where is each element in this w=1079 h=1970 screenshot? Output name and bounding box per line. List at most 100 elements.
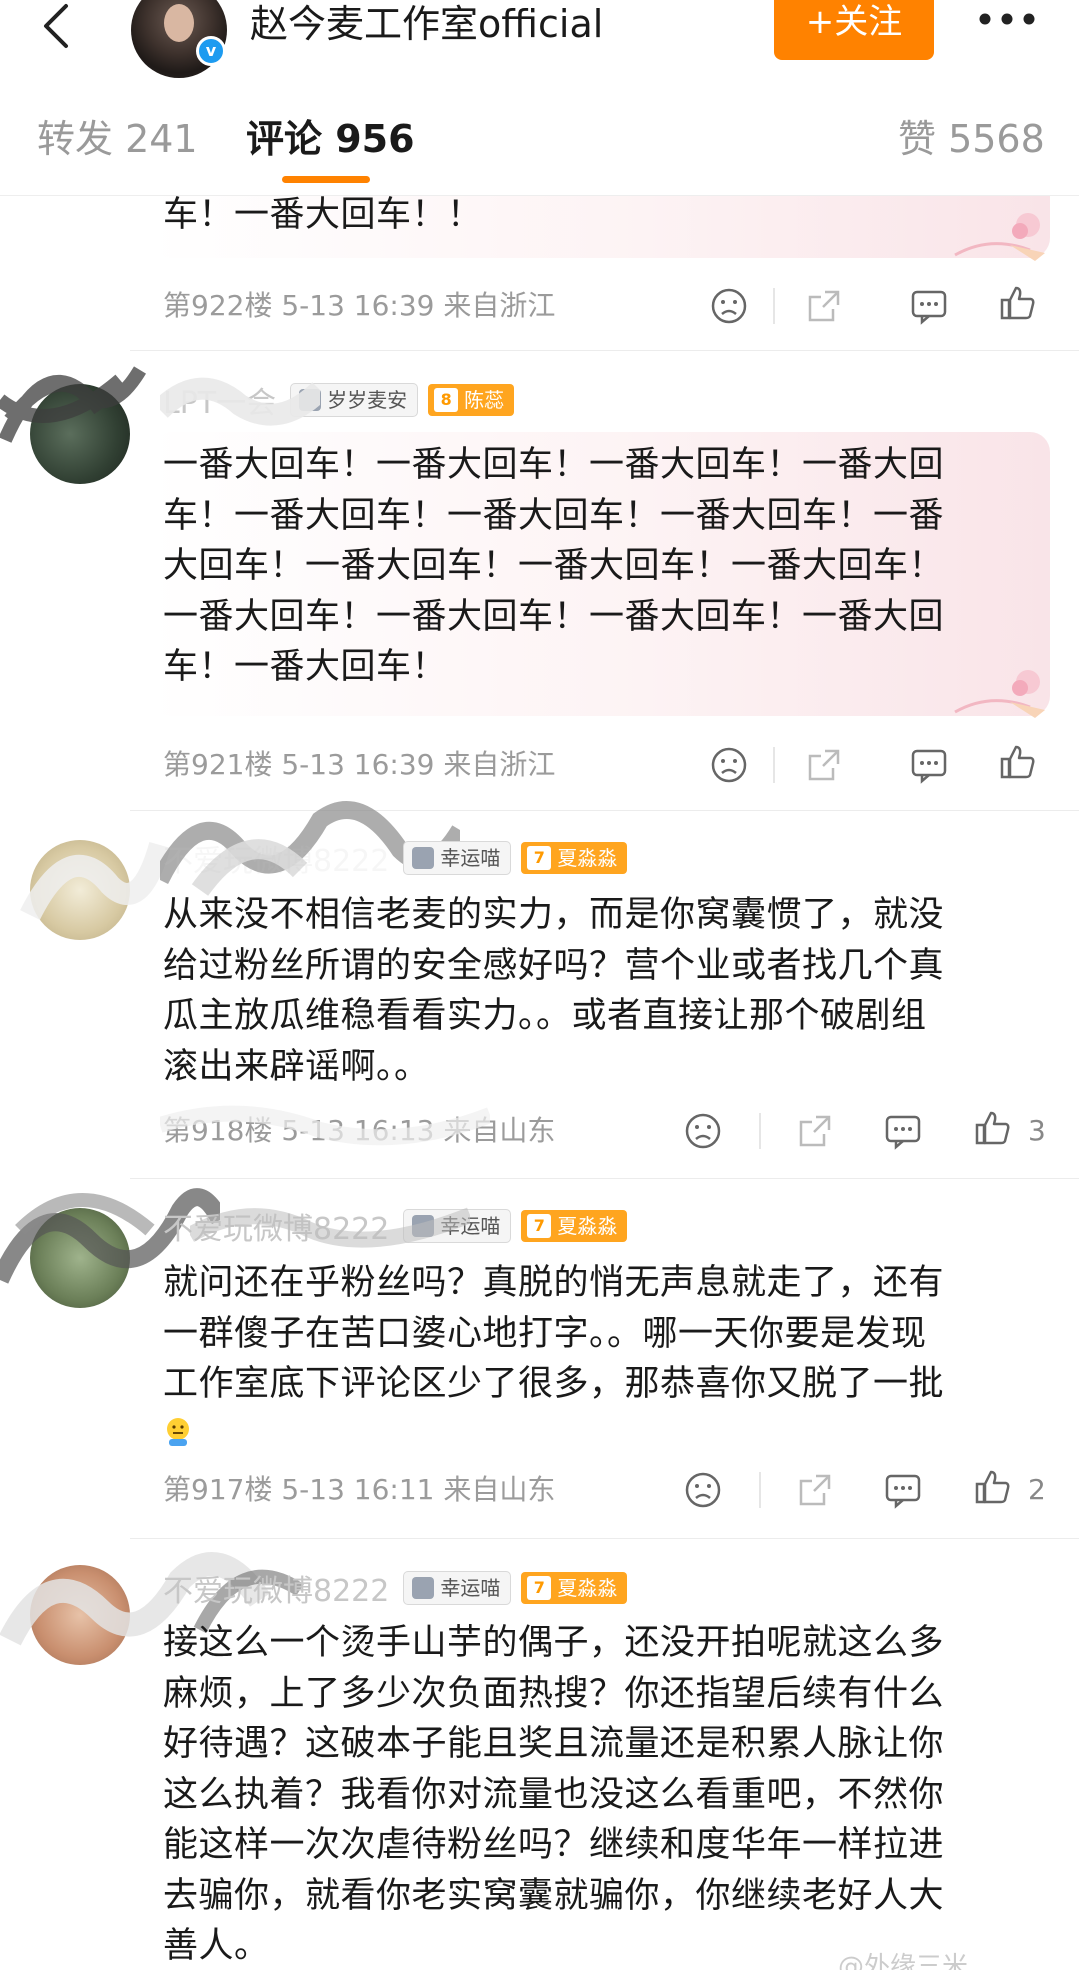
comment-line: 车！一番大回车！一番大回车！一番大回车！一番	[163, 495, 945, 536]
fan-badge-label: 幸运喵	[440, 846, 501, 870]
commenter-name[interactable]: 不爱玩微博8222	[163, 836, 389, 880]
like-icon[interactable]	[974, 1109, 1012, 1147]
privacy-scribble	[160, 1105, 490, 1146]
comment-text: 从来没不相信老麦的实力，而是你窝囊惯了，就没 给过粉丝所谓的安全感好吗？营个业或…	[163, 890, 1023, 1092]
active-tab-indicator	[282, 176, 370, 183]
comment-line: 就问还在乎粉丝吗？真脱的悄无声息就走了，还有	[163, 1263, 945, 1303]
dislike-icon[interactable]	[710, 746, 748, 784]
comment-line: 能这样一次次虐待粉丝吗？继续和度华年一样拉进	[163, 1825, 945, 1865]
level-badge[interactable]: 7 夏淼淼	[521, 1210, 628, 1242]
fan-badge-icon	[412, 1577, 435, 1599]
comment-line: 给过粉丝所谓的安全感好吗？营个业或者找几个真	[163, 945, 945, 986]
comment-line: 一群傻子在苦口婆心地打字。。哪一天你要是发现	[163, 1313, 927, 1354]
comment-line: 去骗你，就看你老实窝囊就骗你，你继续老好人大	[163, 1875, 945, 1916]
dislike-icon[interactable]	[684, 1112, 722, 1150]
comment-location: 来自浙江	[443, 289, 556, 322]
floor-number: 第922楼	[163, 289, 273, 322]
comment-line: 好待遇？这破本子能且奖且流量还是积累人脉让你	[163, 1724, 945, 1764]
comment-location: 来自浙江	[443, 748, 556, 781]
follow-button[interactable]: +关注	[774, 0, 934, 60]
commenter-row: 不爱玩微博8222 幸运喵 7 夏淼淼	[163, 1566, 628, 1610]
reply-icon[interactable]	[910, 746, 948, 784]
like-icon[interactable]	[974, 1468, 1012, 1506]
like-icon[interactable]	[999, 284, 1037, 322]
reply-icon[interactable]	[910, 287, 948, 325]
tab-repost[interactable]: 转发 241	[37, 114, 198, 164]
comment-text: 车！一番大回车！！	[163, 195, 483, 235]
share-icon[interactable]	[796, 1471, 834, 1509]
level-name: 夏淼淼	[557, 846, 618, 870]
dislike-icon[interactable]	[684, 1471, 722, 1509]
comment-line: 接这么一个烫手山芋的偶子，还没开拍呢就这么多	[163, 1623, 945, 1663]
floor-number: 第921楼	[163, 748, 273, 781]
fan-badge-label: 岁岁麦安	[327, 388, 408, 412]
privacy-scribble	[160, 377, 320, 426]
action-divider	[759, 1113, 761, 1149]
comment-text: 接这么一个烫手山芋的偶子，还没开拍呢就这么多 麻烦，上了多少次负面热搜？你还指望…	[163, 1618, 1023, 1970]
commenter-name[interactable]: 不爱玩微博8222	[163, 1566, 389, 1610]
privacy-scribble	[20, 841, 170, 921]
more-icon[interactable]	[975, 4, 1039, 34]
level-badge[interactable]: 7 夏淼淼	[521, 1572, 628, 1604]
level-badge[interactable]: 8 陈蕊	[428, 384, 515, 416]
level-number: 7	[527, 1576, 552, 1600]
tab-likes[interactable]: 赞 5568	[898, 114, 1045, 164]
floor-number: 第917楼	[163, 1473, 273, 1506]
comment-line: 麻烦，上了多少次负面热搜？你还指望后续有什么	[163, 1673, 945, 1714]
comment-line: 一番大回车！一番大回车！一番大回车！一番大回	[163, 596, 945, 637]
fan-badge-label: 幸运喵	[440, 1576, 501, 1600]
share-icon[interactable]	[796, 1112, 834, 1150]
comment-text: 就问还在乎粉丝吗？真脱的悄无声息就走了，还有 一群傻子在苦口婆心地打字。。哪一天…	[163, 1258, 1023, 1410]
share-icon[interactable]	[805, 746, 843, 784]
comment-line: 车！一番大回车！	[163, 647, 448, 687]
level-name: 陈蕊	[464, 388, 505, 412]
top-bar: v 赵今麦工作室official +关注	[0, 0, 1079, 78]
privacy-scribble	[0, 366, 147, 443]
level-name: 夏淼淼	[557, 1576, 618, 1600]
comment-time: 5-13 16:39	[281, 748, 435, 781]
back-arrow-icon[interactable]	[38, 2, 78, 50]
comment-meta: 第917楼 5-13 16:11 来自山东	[163, 1470, 555, 1510]
comment-separator	[130, 1178, 1079, 1179]
comment-line: 一番大回车！一番大回车！一番大回车！一番大回	[163, 445, 945, 485]
level-number: 7	[527, 1214, 552, 1238]
comment-location: 来自山东	[443, 1473, 556, 1506]
commenter-row: 不爱玩微博8222 幸运喵 7 夏淼淼	[163, 836, 628, 880]
tab-comments[interactable]: 评论 956	[246, 114, 415, 164]
action-divider	[773, 747, 775, 783]
tab-bar: 转发 241 评论 956 赞 5568	[0, 78, 1079, 196]
like-count: 3	[1028, 1114, 1046, 1147]
share-icon[interactable]	[805, 287, 843, 325]
comment-line: 工作室底下评论区少了很多，那恭喜你又脱了一批	[163, 1364, 945, 1404]
comment-line: 滚出来辟谣啊。。	[163, 1046, 430, 1087]
verified-icon: v	[196, 36, 226, 66]
comment-text: 一番大回车！一番大回车！一番大回车！一番大回 车！一番大回车！一番大回车！一番大…	[163, 440, 1023, 693]
account-name[interactable]: 赵今麦工作室official	[250, 0, 603, 48]
comment-line: 瓜主放瓜维稳看看实力。。或者直接让那个破剧组	[163, 996, 927, 1036]
comment-line: 从来没不相信老麦的实力，而是你窝囊惯了，就没	[163, 895, 945, 935]
fan-badge[interactable]: 幸运喵	[403, 841, 512, 875]
comment-time: 5-13 16:39	[281, 289, 435, 322]
action-divider	[759, 1472, 761, 1508]
level-badge[interactable]: 7 夏淼淼	[521, 842, 628, 874]
reply-icon[interactable]	[884, 1112, 922, 1150]
dislike-icon[interactable]	[710, 287, 748, 325]
level-number: 8	[434, 388, 459, 412]
like-icon[interactable]	[999, 743, 1037, 781]
comment-meta: 第922楼 5-13 16:39 来自浙江	[163, 286, 555, 326]
emoji-icon	[167, 1418, 189, 1446]
fan-badge-icon	[412, 847, 435, 869]
level-name: 夏淼淼	[557, 1214, 618, 1238]
reply-icon[interactable]	[884, 1471, 922, 1509]
comment-line: 大回车！一番大回车！一番大回车！一番大回车！	[163, 546, 945, 586]
action-divider	[773, 288, 775, 324]
like-count: 2	[1028, 1473, 1046, 1506]
watermark: @外缘三米	[838, 1952, 969, 1970]
privacy-scribble	[190, 1207, 470, 1248]
fan-badge[interactable]: 幸运喵	[403, 1571, 512, 1605]
level-number: 7	[527, 846, 552, 870]
comment-meta: 第921楼 5-13 16:39 来自浙江	[163, 745, 555, 785]
comment-separator	[130, 350, 1079, 351]
comment-time: 5-13 16:11	[281, 1473, 435, 1506]
comment-line: 这么执着？我看你对流量也没这么看重吧，不然你	[163, 1774, 945, 1815]
